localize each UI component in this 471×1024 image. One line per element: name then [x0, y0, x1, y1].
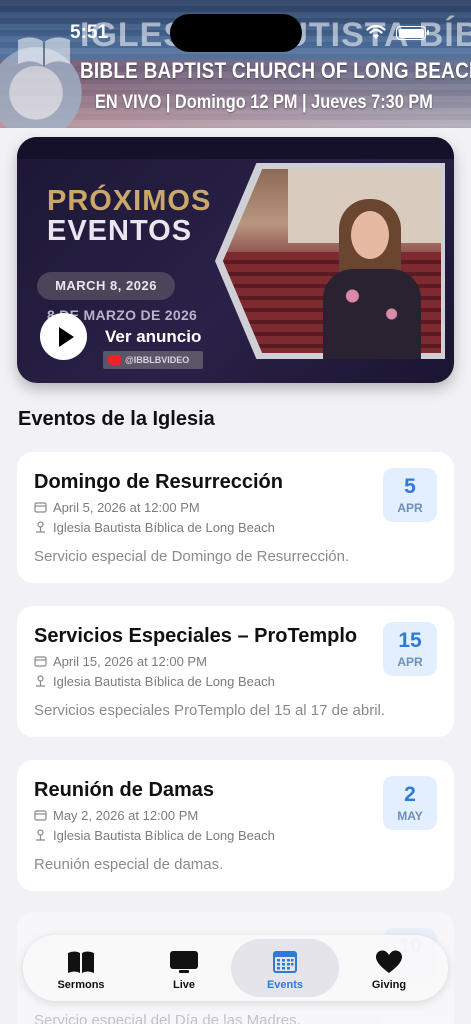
church-logo-icon — [18, 37, 70, 66]
wifi-icon — [366, 25, 386, 39]
calendar-small-icon — [34, 502, 47, 513]
event-date-badge: 5 APR — [383, 468, 437, 522]
tab-live[interactable]: Live — [130, 939, 238, 997]
location-pin-icon — [36, 675, 45, 687]
featured-announcement-card[interactable]: PRÓXIMOS EVENTOS MARCH 8, 2026 8 DE MARZ… — [17, 137, 454, 383]
presenter-image — [317, 199, 427, 359]
status-time: 5:51 — [70, 22, 109, 43]
tab-label: Live — [172, 979, 195, 991]
event-title: Reunión de Damas — [34, 779, 215, 801]
event-day: 5 — [404, 475, 416, 498]
event-month: APR — [397, 501, 423, 515]
tab-giving[interactable]: Giving — [335, 939, 443, 997]
event-card[interactable]: Reunión de Damas May 2, 2026 at 12:00 PM… — [17, 760, 454, 891]
event-month: MAY — [397, 809, 423, 823]
heart-icon — [376, 950, 402, 973]
featured-title-line1: PRÓXIMOS — [47, 185, 212, 217]
event-date-badge: 2 MAY — [383, 776, 437, 830]
youtube-channel-tag: @IBBLBVIDEO — [103, 351, 203, 369]
tab-bar: Sermons Live Events Giving — [23, 935, 448, 1001]
featured-date-pill: MARCH 8, 2026 — [37, 272, 175, 300]
event-datetime: May 2, 2026 at 12:00 PM — [53, 808, 199, 823]
event-description: Reunión especial de damas. — [34, 856, 224, 873]
youtube-icon — [108, 355, 121, 365]
event-title: Domingo de Resurrección — [34, 471, 283, 493]
event-day: 2 — [404, 783, 416, 806]
event-card[interactable]: Domingo de Resurrección April 5, 2026 at… — [17, 452, 454, 583]
event-datetime: April 15, 2026 at 12:00 PM — [53, 654, 207, 669]
event-location: Iglesia Bautista Bíblica de Long Beach — [53, 674, 275, 689]
location-pin-icon — [36, 829, 45, 841]
calendar-icon — [273, 951, 297, 973]
event-day: 15 — [398, 629, 422, 652]
play-announcement-label[interactable]: Ver anuncio — [105, 327, 201, 347]
location-pin-icon — [36, 521, 45, 533]
tv-icon — [170, 951, 198, 973]
event-card[interactable]: Servicios Especiales – ProTemplo April 1… — [17, 606, 454, 737]
event-description: Servicio especial del Día de las Madres. — [34, 1012, 301, 1024]
tab-label: Events — [266, 979, 304, 991]
event-title: Servicios Especiales – ProTemplo — [34, 625, 358, 647]
event-date-badge: 15 APR — [383, 622, 437, 676]
banner-schedule: EN VIVO | Domingo 12 PM | Jueves 7:30 PM — [95, 92, 433, 113]
event-description: Servicios especiales ProTemplo del 15 al… — [34, 702, 386, 719]
event-location: Iglesia Bautista Bíblica de Long Beach — [53, 828, 275, 843]
featured-title-line2: EVENTOS — [47, 215, 193, 247]
tab-label: Sermons — [57, 979, 105, 991]
battery-icon — [396, 26, 429, 40]
section-title: Eventos de la Iglesia — [18, 408, 215, 430]
tab-sermons[interactable]: Sermons — [27, 939, 135, 997]
event-description: Servicio especial de Domingo de Resurrec… — [34, 548, 350, 565]
event-location: Iglesia Bautista Bíblica de Long Beach — [53, 520, 275, 535]
event-datetime: April 5, 2026 at 12:00 PM — [53, 500, 200, 515]
book-icon — [68, 951, 94, 973]
banner-church-name-en: BIBLE BAPTIST CHURCH OF LONG BEACH — [80, 58, 471, 83]
tab-label: Giving — [371, 979, 407, 991]
dynamic-island — [170, 14, 302, 52]
tab-events[interactable]: Events — [231, 939, 339, 997]
calendar-small-icon — [34, 810, 47, 821]
play-button[interactable] — [40, 313, 87, 360]
event-month: APR — [397, 655, 423, 669]
calendar-small-icon — [34, 656, 47, 667]
